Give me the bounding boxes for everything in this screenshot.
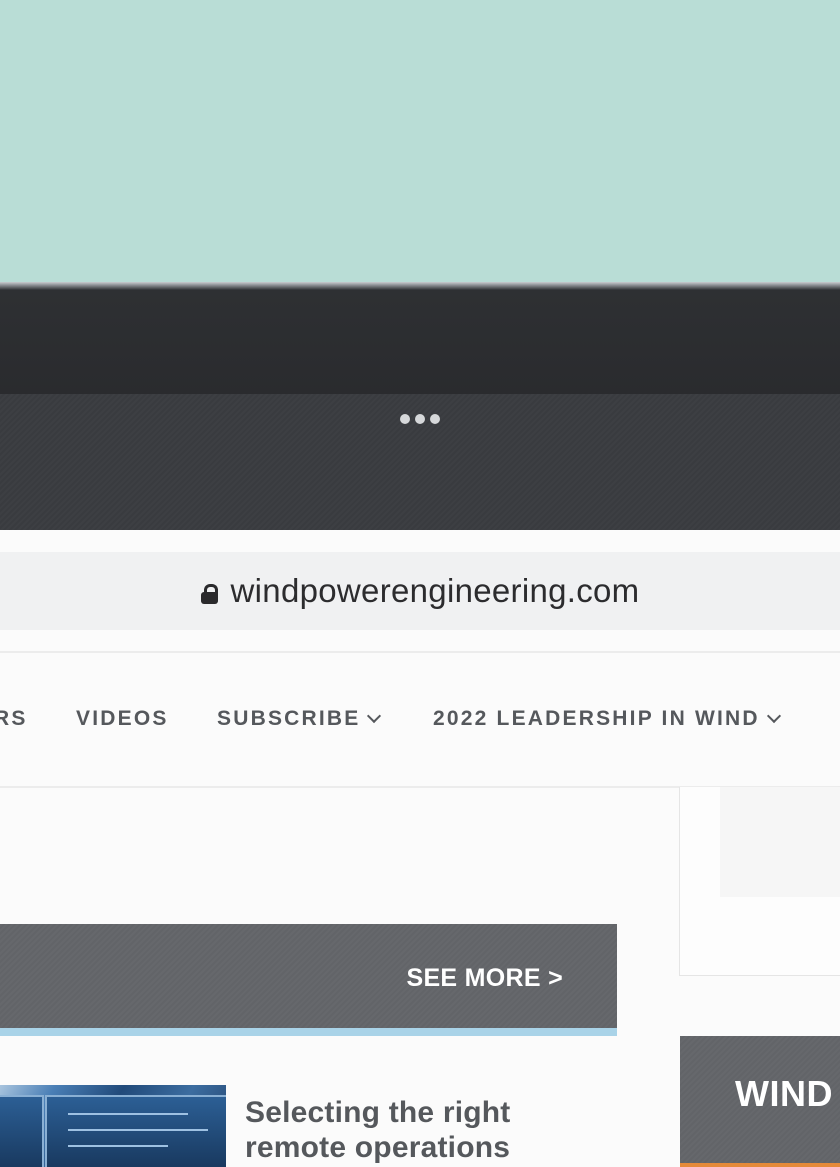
nav-item-partial[interactable]: RS xyxy=(0,707,28,731)
see-more-link[interactable]: SEE MORE > xyxy=(406,964,563,993)
nav-item-label: RS xyxy=(0,707,28,730)
chevron-down-icon xyxy=(367,708,382,724)
thumbnail-detail xyxy=(68,1129,208,1131)
address-bar[interactable]: windpowerengineering.com xyxy=(0,552,840,630)
article-title-line: remote operations xyxy=(245,1131,511,1164)
chevron-down-icon xyxy=(766,708,781,724)
lock-icon xyxy=(200,583,218,604)
device-bezel xyxy=(0,282,840,394)
nav-item-label: SUBSCRIBE xyxy=(217,707,361,730)
dot xyxy=(415,414,425,424)
thumbnail-detail xyxy=(68,1145,168,1147)
web-page: windpowerengineering.com RS VIDEOS SUBSC… xyxy=(0,530,840,1167)
sidebar-ad-box xyxy=(679,787,840,976)
thumbnail-detail xyxy=(68,1113,188,1115)
nav-item-label: 2022 LEADERSHIP IN WIND xyxy=(433,707,760,730)
nav-item-videos[interactable]: VIDEOS xyxy=(76,707,169,731)
main-nav: RS VIDEOS SUBSCRIBE 2022 LEADERSHIP IN W… xyxy=(0,652,840,786)
nav-item-label: VIDEOS xyxy=(76,707,169,730)
article-title-line: Selecting the right xyxy=(245,1096,511,1129)
more-options-dots-icon[interactable] xyxy=(400,414,440,424)
wind-card-title: WIND xyxy=(735,1073,833,1114)
thumbnail-screen xyxy=(45,1095,226,1167)
sidebar-wind-card[interactable]: WIND xyxy=(680,1036,840,1167)
url-text: windpowerengineering.com xyxy=(230,572,640,609)
section-header-bar: SEE MORE > xyxy=(0,924,617,1036)
dot xyxy=(400,414,410,424)
ad-placeholder xyxy=(720,787,840,897)
dot xyxy=(430,414,440,424)
nav-item-subscribe[interactable]: SUBSCRIBE xyxy=(217,707,382,731)
thumbnail-screen xyxy=(0,1095,44,1167)
article-title[interactable]: Selecting the right remote operations xyxy=(245,1095,511,1165)
nav-item-leadership-in-wind[interactable]: 2022 LEADERSHIP IN WIND xyxy=(433,707,781,731)
article-thumbnail[interactable] xyxy=(0,1085,226,1167)
accent-stripe xyxy=(680,1163,840,1167)
